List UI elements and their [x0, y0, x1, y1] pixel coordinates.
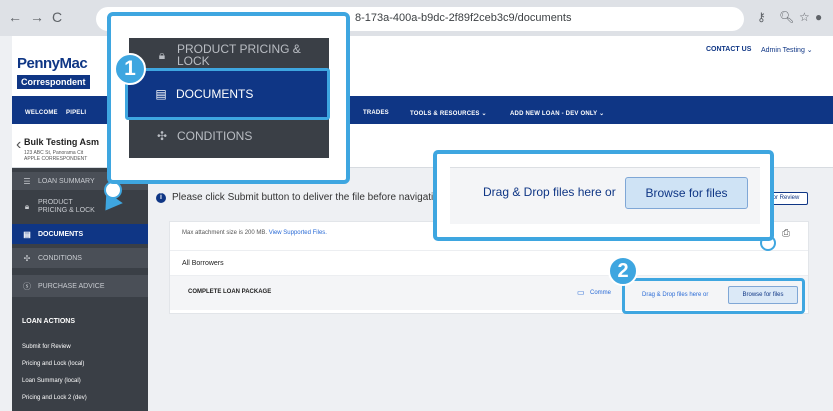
lock-icon: 🔒︎ [24, 202, 30, 211]
star-icon[interactable]: ☆ [799, 10, 810, 24]
loan-actions-heading: LOAN ACTIONS [22, 318, 76, 325]
zoomed-item-label: DOCUMENTS [176, 87, 254, 101]
logo-text: PennyMac [17, 55, 88, 72]
conditions-icon: ✣ [23, 253, 31, 263]
sidebar-item-label: CONDITIONS [38, 254, 82, 262]
forward-icon[interactable]: → [30, 9, 44, 25]
print-icon[interactable]: ⎙ [782, 228, 790, 239]
sidebar-item-documents[interactable]: ▤ DOCUMENTS [12, 224, 148, 244]
sidebar-item-label: PRODUCT PRICING & LOCK [38, 199, 95, 214]
profile-icon[interactable]: ● [815, 10, 822, 24]
logo: PennyMac Correspondent [17, 55, 93, 93]
zoomed-item-product-pricing[interactable]: 🔒︎ PRODUCT PRICING & LOCK [129, 40, 329, 70]
sidebar-item-purchase-advice[interactable]: ⓢ PURCHASE ADVICE [12, 275, 148, 297]
zoomed-item-label: PRODUCT PRICING & LOCK [177, 42, 301, 68]
nav-pipeline[interactable]: PIPELI [66, 110, 86, 116]
drag-drop-text: Drag & Drop files here or [642, 292, 709, 298]
submit-notice: Please click Submit button to deliver th… [172, 192, 439, 203]
sidebar-item-label: PURCHASE ADVICE [38, 282, 105, 290]
logo-subtext: Correspondent [17, 75, 90, 89]
user-menu[interactable]: Admin Testing ⌄ [761, 46, 813, 54]
action-pricing-lock-local[interactable]: Pricing and Lock (local) [22, 361, 84, 367]
comment-link[interactable]: Comme [590, 290, 611, 296]
drag-drop-text-zoomed: Drag & Drop files here or [483, 185, 616, 199]
document-icon: ▤ [23, 229, 31, 239]
sidebar-item-product-pricing[interactable]: 🔒︎ PRODUCT PRICING & LOCK [12, 194, 148, 220]
nav-welcome[interactable]: WELCOME [25, 110, 58, 116]
lock-icon: 🔒︎ [158, 48, 166, 62]
all-borrowers-label: All Borrowers [182, 260, 224, 267]
loan-name: Bulk Testing Asm [24, 137, 100, 147]
chevron-left-icon[interactable]: ‹ [16, 136, 21, 154]
reload-icon[interactable]: C [52, 9, 62, 25]
key-icon[interactable]: ⚷ [757, 10, 766, 24]
sidebar-item-label: DOCUMENTS [38, 230, 84, 238]
comment-icon[interactable]: ▭ [577, 288, 585, 297]
dollar-icon: ⓢ [23, 281, 31, 291]
document-icon: ▤ [155, 87, 167, 101]
sidebar-item-label: LOAN SUMMARY [38, 177, 95, 185]
zoomed-item-conditions[interactable]: ✣ CONDITIONS [129, 124, 329, 148]
action-submit-review[interactable]: Submit for Review [22, 344, 71, 350]
zoomed-item-documents[interactable]: ▤ DOCUMENTS [125, 68, 330, 120]
max-size-text: Max attachment size is 200 MB. [182, 230, 268, 236]
browse-files-button[interactable]: Browse for files [728, 286, 798, 304]
step-badge: 1 [114, 53, 146, 85]
package-label: COMPLETE LOAN PACKAGE [188, 289, 272, 295]
loan-address: 123 ABC St, Panorama Cit APPLE CORRESPON… [24, 150, 87, 162]
url-text: 8-173a-400a-b9dc-2f89f2ceb3c9/documents [355, 12, 572, 24]
action-pricing-lock-dev[interactable]: Pricing and Lock 2 (dev) [22, 395, 87, 401]
back-icon[interactable]: ← [8, 9, 22, 25]
borrowers-row [170, 250, 808, 276]
nav-add-new-loan[interactable]: ADD NEW LOAN - DEV ONLY ⌄ [510, 110, 604, 117]
supported-files-link[interactable]: View Supported Files. [269, 230, 327, 236]
contact-us-link[interactable]: CONTACT US [706, 46, 751, 53]
list-icon: ☰ [23, 176, 31, 186]
max-size-note: Max attachment size is 200 MB. View Supp… [182, 230, 327, 236]
info-icon: i [156, 193, 166, 203]
zoomed-item-label: CONDITIONS [177, 129, 253, 143]
conditions-icon: ✣ [156, 129, 168, 143]
nav-trades[interactable]: TRADES [363, 110, 389, 116]
step-badge: 2 [608, 256, 638, 286]
sidebar-item-conditions[interactable]: ✣ CONDITIONS [12, 248, 148, 268]
browse-files-button-zoomed[interactable]: Browse for files [625, 177, 748, 209]
correspondent-name: APPLE CORRESPONDENT [24, 156, 88, 162]
nav-tools-resources[interactable]: TOOLS & RESOURCES ⌄ [410, 110, 487, 117]
action-loan-summary-local[interactable]: Loan Summary (local) [22, 378, 81, 384]
zoom-icon[interactable]: 🔍︎ [779, 10, 794, 24]
